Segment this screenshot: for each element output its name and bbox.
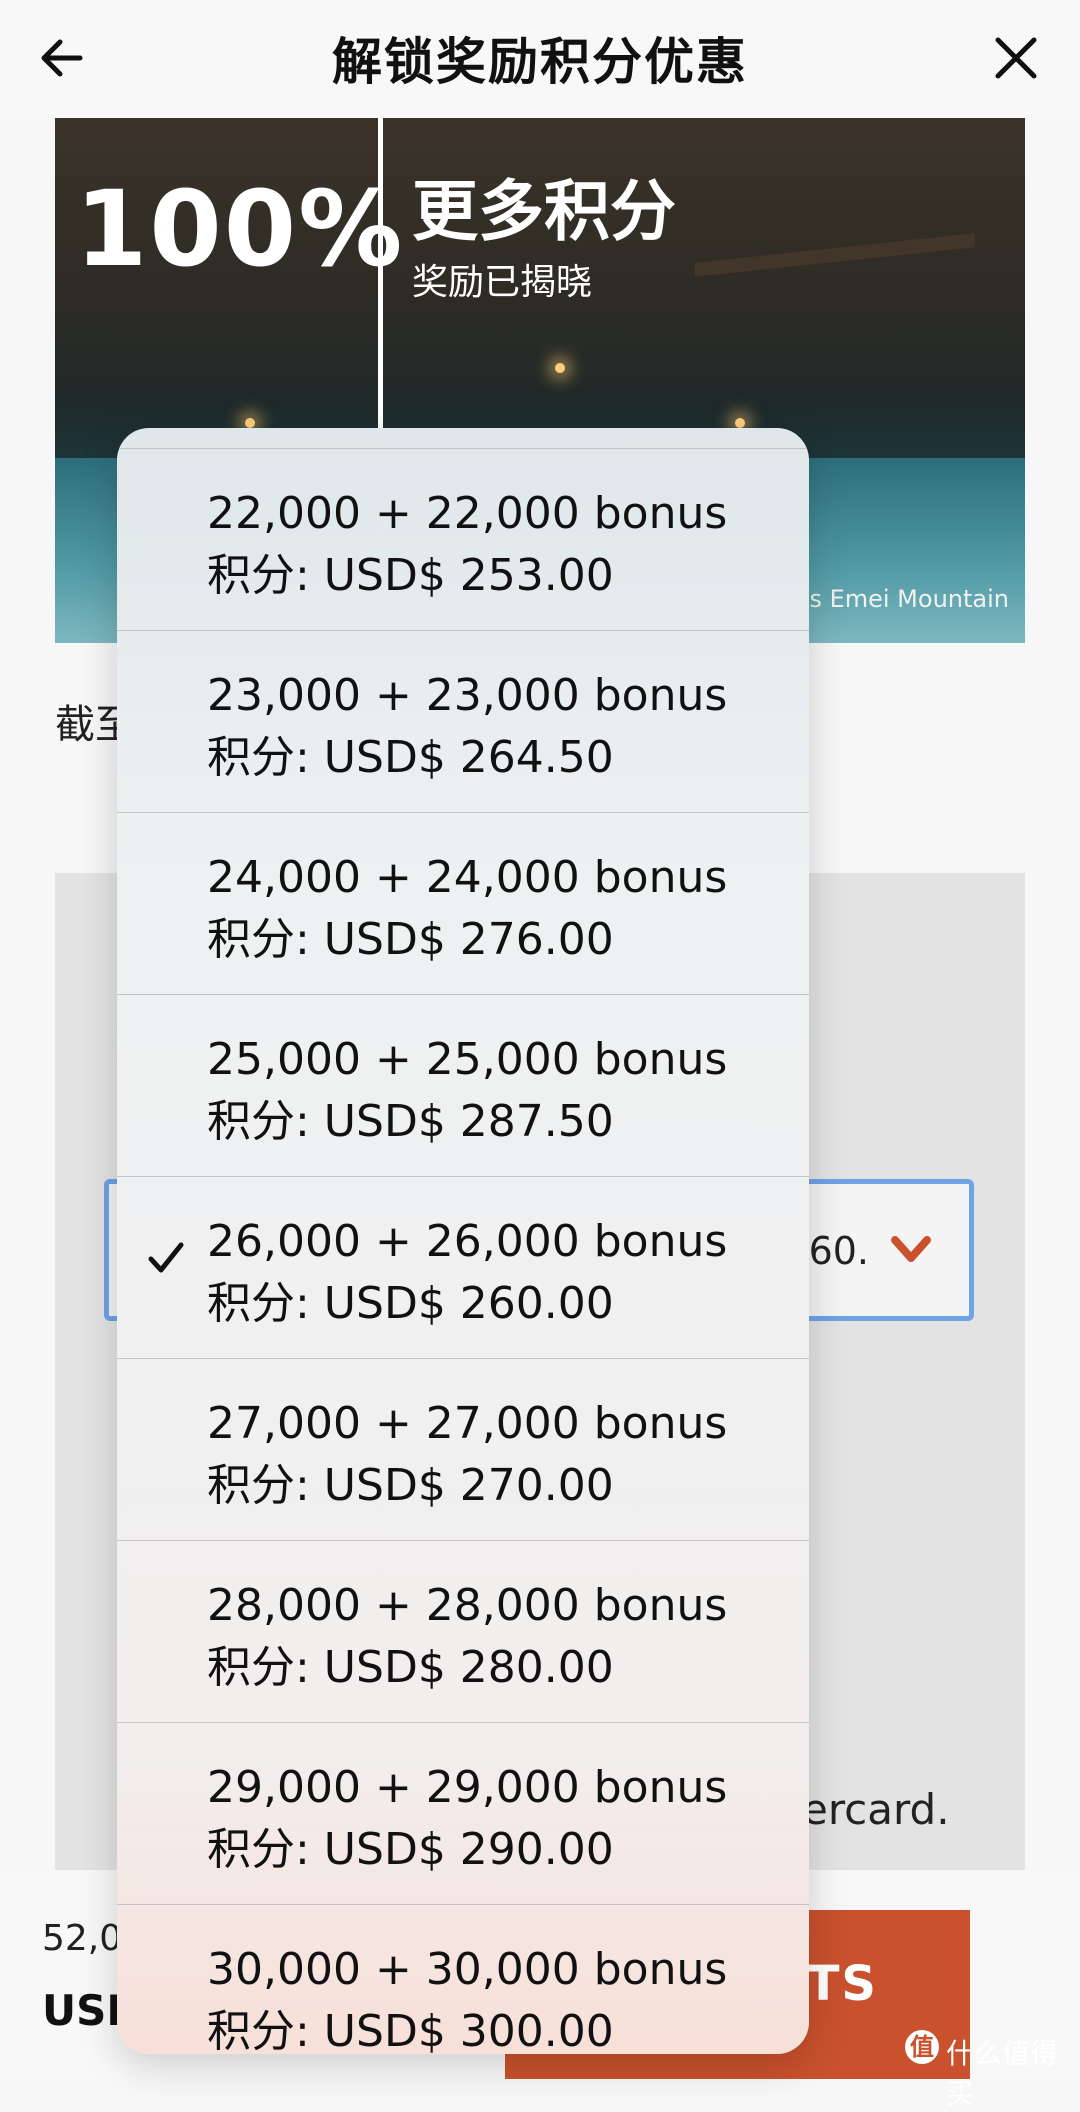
points-picker: 22,000 + 22,000 bonus 积分: USD$ 253.00 23… [117, 428, 809, 2054]
picker-option-label: 30,000 + 30,000 bonus 积分: USD$ 300.00 [207, 1944, 728, 2054]
watermark-text: 什么值得买 [946, 2037, 1059, 2110]
hero-percent: 100% [75, 168, 405, 290]
picker-option[interactable]: 27,000 + 27,000 bonus 积分: USD$ 270.00 [117, 1358, 809, 1541]
hero-subline: 奖励已揭晓 [412, 262, 593, 303]
picker-option[interactable]: 23,000 + 23,000 bonus 积分: USD$ 264.50 [117, 630, 809, 813]
page-title: 解锁奖励积分优惠 [332, 33, 748, 91]
picker-option[interactable]: 30,000 + 30,000 bonus 积分: USD$ 300.00 [117, 1904, 809, 2054]
picker-option[interactable]: 25,000 + 25,000 bonus 积分: USD$ 287.50 [117, 994, 809, 1177]
mastercard-text: ercard. [802, 1785, 950, 1834]
close-button[interactable] [986, 30, 1046, 86]
hero-light [555, 363, 565, 373]
hero-caption: ss Emei Mountain [796, 585, 1009, 613]
hero-light [245, 418, 255, 428]
picker-option[interactable]: 24,000 + 24,000 bonus 积分: USD$ 276.00 [117, 812, 809, 995]
header: 解锁奖励积分优惠 [0, 0, 1080, 118]
picker-option-label: 24,000 + 24,000 bonus 积分: USD$ 276.00 [207, 852, 728, 965]
bottom-points-total: 52,0 [42, 1918, 123, 1959]
hero-headline: 更多积分 [412, 173, 676, 250]
hero-light [735, 418, 745, 428]
picker-option-label: 27,000 + 27,000 bonus 积分: USD$ 270.00 [207, 1398, 728, 1511]
checkmark-icon [148, 1242, 184, 1273]
picker-option-label: 28,000 + 28,000 bonus 积分: USD$ 280.00 [207, 1580, 728, 1693]
picker-option[interactable]: 28,000 + 28,000 bonus 积分: USD$ 280.00 [117, 1540, 809, 1723]
chevron-down-icon [891, 1236, 931, 1262]
picker-option[interactable]: 29,000 + 29,000 bonus 积分: USD$ 290.00 [117, 1722, 809, 1905]
picker-option-label: 25,000 + 25,000 bonus 积分: USD$ 287.50 [207, 1034, 728, 1147]
picker-option-label: 23,000 + 23,000 bonus 积分: USD$ 264.50 [207, 670, 728, 783]
watermark-logo-icon: 值 [905, 2030, 939, 2064]
picker-option-label: 26,000 + 26,000 bonus 积分: USD$ 260.00 [207, 1216, 728, 1329]
picker-option[interactable]: 22,000 + 22,000 bonus 积分: USD$ 253.00 [117, 448, 809, 631]
close-icon [995, 37, 1037, 79]
picker-option-label: 29,000 + 29,000 bonus 积分: USD$ 290.00 [207, 1762, 728, 1875]
picker-option-selected[interactable]: 26,000 + 26,000 bonus 积分: USD$ 260.00 [117, 1176, 809, 1359]
picker-option-label: 22,000 + 22,000 bonus 积分: USD$ 253.00 [207, 488, 728, 601]
